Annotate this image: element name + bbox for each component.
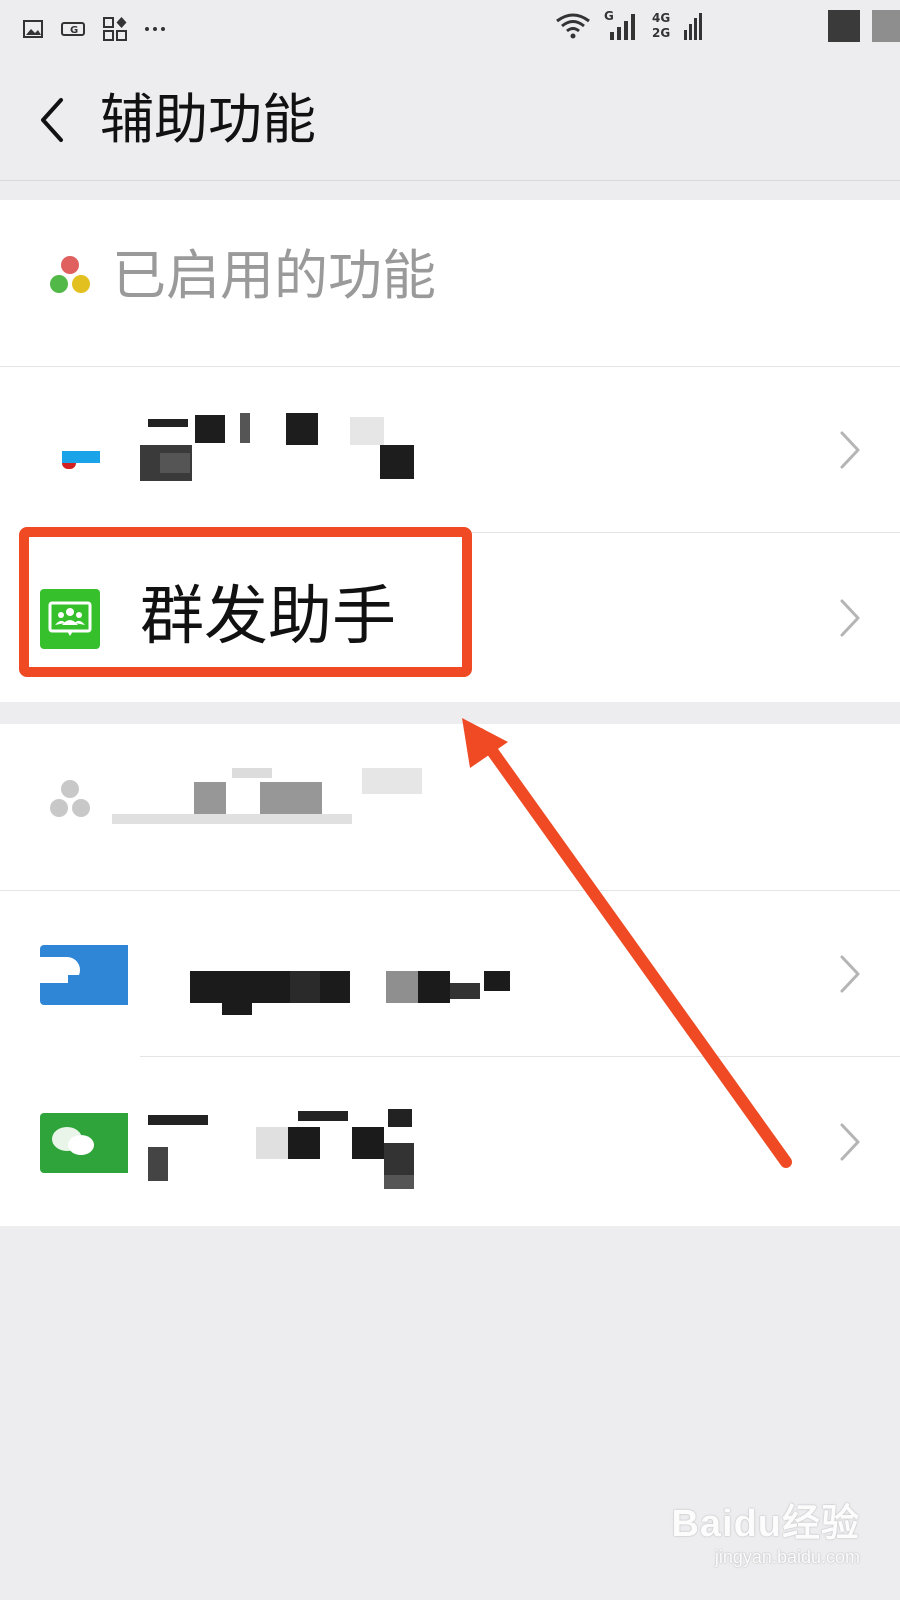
enabled-section-title: 已启用的功能 [112,244,436,307]
signal-1-icon: G [604,10,640,42]
redacted-section-title [112,764,452,840]
disabled-dots-icon [50,780,90,817]
disabled-features-section [0,724,900,1226]
chevron-right-icon [840,599,860,637]
redacted-status-block [828,10,860,42]
watermark-logo: Baidu经验 [671,1503,860,1545]
app-icon-blue [40,945,128,1005]
redacted-label [190,971,520,1021]
status-bar: G G 4G 2G [0,0,900,62]
redacted-label [140,409,430,489]
back-button[interactable] [30,90,74,150]
feature-row-redacted-1[interactable] [0,367,900,533]
feature-row-mass-message[interactable]: 群发助手 [0,535,900,701]
screen: G G 4G 2G 辅助功能 已启用的功能 群发助手 Baidu经验 jingy… [0,0,900,1600]
svg-text:G: G [70,25,78,36]
page-title: 辅助功能 [100,88,316,151]
enabled-section-header: 已启用的功能 [0,200,900,367]
mass-message-icon [40,589,100,649]
row-divider [140,1056,900,1057]
message-icon: G [61,22,85,36]
chevron-right-icon [840,431,860,469]
redacted-label [148,1109,438,1199]
status-left-icons: G [22,16,166,42]
feature-row-redacted-3[interactable] [0,1059,900,1225]
row-divider [140,532,900,533]
more-icon [145,27,165,31]
mass-message-label: 群发助手 [140,580,396,654]
back-arrow-icon [41,98,63,142]
enabled-dots-icon [50,256,90,293]
baidu-watermark: Baidu经验 jingyan.baidu.com [671,1492,860,1568]
apps-icon [103,17,127,41]
header: 辅助功能 [0,62,900,181]
feature-row-redacted-2[interactable] [0,891,900,1057]
status-right-icons: G 4G 2G [554,10,900,42]
app-icon-blue-red [40,421,100,481]
chevron-right-icon [840,955,860,993]
signal-2-icon: 4G 2G [652,10,704,42]
watermark-url: jingyan.baidu.com [714,1547,860,1567]
redacted-status-block [872,10,900,42]
disabled-section-header [0,724,900,891]
enabled-features-section: 已启用的功能 群发助手 [0,200,900,702]
chevron-right-icon [840,1123,860,1161]
gallery-icon [23,20,43,38]
wifi-icon [556,13,590,39]
app-icon-green [40,1113,128,1173]
